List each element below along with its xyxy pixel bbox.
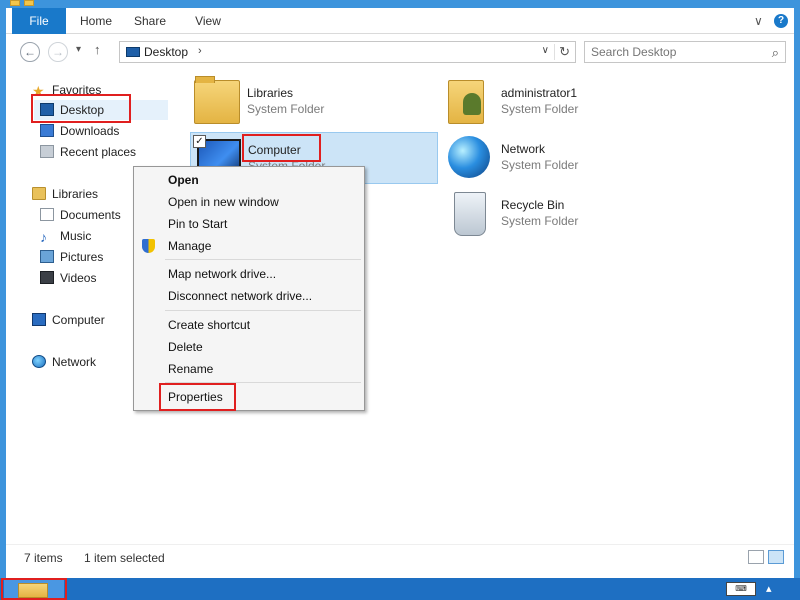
navigation-bar: ← → ▾ ↑ Desktop › ∨ ↻ ⌕ [6,35,794,67]
sidebar-item-documents[interactable]: Documents [40,205,121,225]
shield-icon [142,239,155,253]
highlight-box-taskbar-explorer [1,578,67,600]
sidebar-item-label: Videos [60,271,97,285]
search-input[interactable] [591,44,761,60]
help-icon[interactable]: ? [774,14,788,28]
libraries-icon [32,187,46,200]
menu-item-pin-to-start[interactable]: Pin to Start [135,213,363,235]
sidebar-item-network[interactable]: Network [32,352,96,372]
list-item-administrator1[interactable]: administrator1 System Folder [444,76,692,128]
explorer-window: File Home Share View ∨ ? ← → ▾ ↑ Desktop… [0,0,800,578]
documents-icon [40,208,54,221]
star-icon: ★ [32,83,45,99]
sidebar-item-label: Computer [52,313,105,327]
recent-places-icon [40,145,54,158]
item-type: System Folder [501,102,579,116]
list-item-libraries[interactable]: Libraries System Folder [190,76,438,128]
menu-item-create-shortcut[interactable]: Create shortcut [135,314,363,336]
sidebar-item-label: Documents [60,208,121,222]
quick-access-icon[interactable] [10,0,20,6]
sidebar-item-recent-places[interactable]: Recent places [40,142,136,162]
sidebar-item-label: Network [52,355,97,369]
tab-share[interactable]: Share [130,8,170,34]
user-folder-icon [448,80,484,124]
item-type: System Folder [247,102,325,116]
address-path[interactable]: Desktop [144,45,188,59]
sidebar-item-label: Downloads [60,124,120,138]
item-name: Recycle Bin [501,198,565,212]
menu-item-delete[interactable]: Delete [135,336,363,358]
sidebar-item-label: Recent places [60,145,137,159]
up-button[interactable]: ↑ [94,42,101,57]
forward-button[interactable]: → [48,42,68,62]
network-icon [32,355,46,368]
item-name: Libraries [247,86,294,100]
tab-home[interactable]: Home [76,8,116,34]
search-icon[interactable]: ⌕ [772,45,779,61]
item-name: Network [501,142,546,156]
sidebar-item-downloads[interactable]: Downloads [40,121,119,141]
keyboard-icon[interactable]: ⌨ [726,582,756,596]
desktop-icon [126,47,140,57]
address-bar[interactable]: Desktop › ∨ ↻ [119,41,576,63]
address-divider [554,44,555,60]
selection-count: 1 item selected [84,551,165,565]
address-dropdown-icon[interactable]: ∨ [542,45,549,56]
sidebar-item-computer[interactable]: Computer [32,310,105,330]
title-bar[interactable] [6,0,794,8]
sidebar-item-videos[interactable]: Videos [40,268,96,288]
tab-view[interactable]: View [188,8,228,34]
menu-item-disconnect-network-drive[interactable]: Disconnect network drive... [135,285,363,307]
sidebar-item-label: Pictures [60,250,104,264]
highlight-box-properties [159,383,236,411]
music-icon: ♪ [40,229,47,245]
large-icons-view-icon[interactable] [768,550,784,564]
menu-separator [165,259,361,260]
item-type: System Folder [501,214,579,228]
item-type: System Folder [501,158,579,172]
search-box[interactable]: ⌕ [584,41,786,63]
ribbon-expand-icon[interactable]: ∨ [754,14,763,28]
menu-item-label: Manage [168,239,212,253]
menu-item-rename[interactable]: Rename [135,358,363,380]
details-view-icon[interactable] [748,550,764,564]
list-item-network[interactable]: Network System Folder [444,132,692,184]
network-globe-icon [448,136,490,178]
list-item-recycle-bin[interactable]: Recycle Bin System Folder [444,188,692,240]
breadcrumb-chevron-icon[interactable]: › [198,45,202,57]
downloads-icon [40,124,54,137]
taskbar: ⌨ ▴ [0,578,800,600]
libraries-folder-icon [194,76,240,124]
tray-overflow-icon[interactable]: ▴ [766,582,772,595]
back-button[interactable]: ← [20,42,40,62]
ribbon: File Home Share View ∨ ? [6,8,794,34]
sidebar-item-libraries[interactable]: Libraries [32,184,98,204]
recent-locations-button[interactable]: ▾ [76,44,81,55]
item-checkbox[interactable]: ✓ [193,135,206,148]
videos-icon [40,271,54,284]
recycle-bin-icon [454,192,486,236]
menu-separator [165,310,361,311]
menu-item-manage[interactable]: Manage [135,235,363,257]
highlight-box-computer [242,134,321,162]
quick-access-folder-icon[interactable] [24,0,34,6]
sidebar-item-label: Libraries [52,187,99,201]
sidebar-item-pictures[interactable]: Pictures [40,247,103,267]
refresh-icon[interactable]: ↻ [559,44,570,60]
item-count: 7 items [24,551,63,565]
item-name: administrator1 [501,86,578,100]
highlight-box-desktop [31,94,131,123]
status-bar: 7 items 1 item selected [6,544,794,570]
pictures-icon [40,250,54,263]
sidebar-item-music[interactable]: ♪ Music [40,226,91,246]
tab-file[interactable]: File [12,8,66,34]
context-menu: Open Open in new window Pin to Start Man… [133,166,365,411]
menu-item-open-in-new-window[interactable]: Open in new window [135,191,363,213]
menu-item-open[interactable]: Open [135,169,363,191]
menu-item-map-network-drive[interactable]: Map network drive... [135,263,363,285]
sidebar-item-label: Music [60,229,92,243]
computer-icon [32,313,46,326]
